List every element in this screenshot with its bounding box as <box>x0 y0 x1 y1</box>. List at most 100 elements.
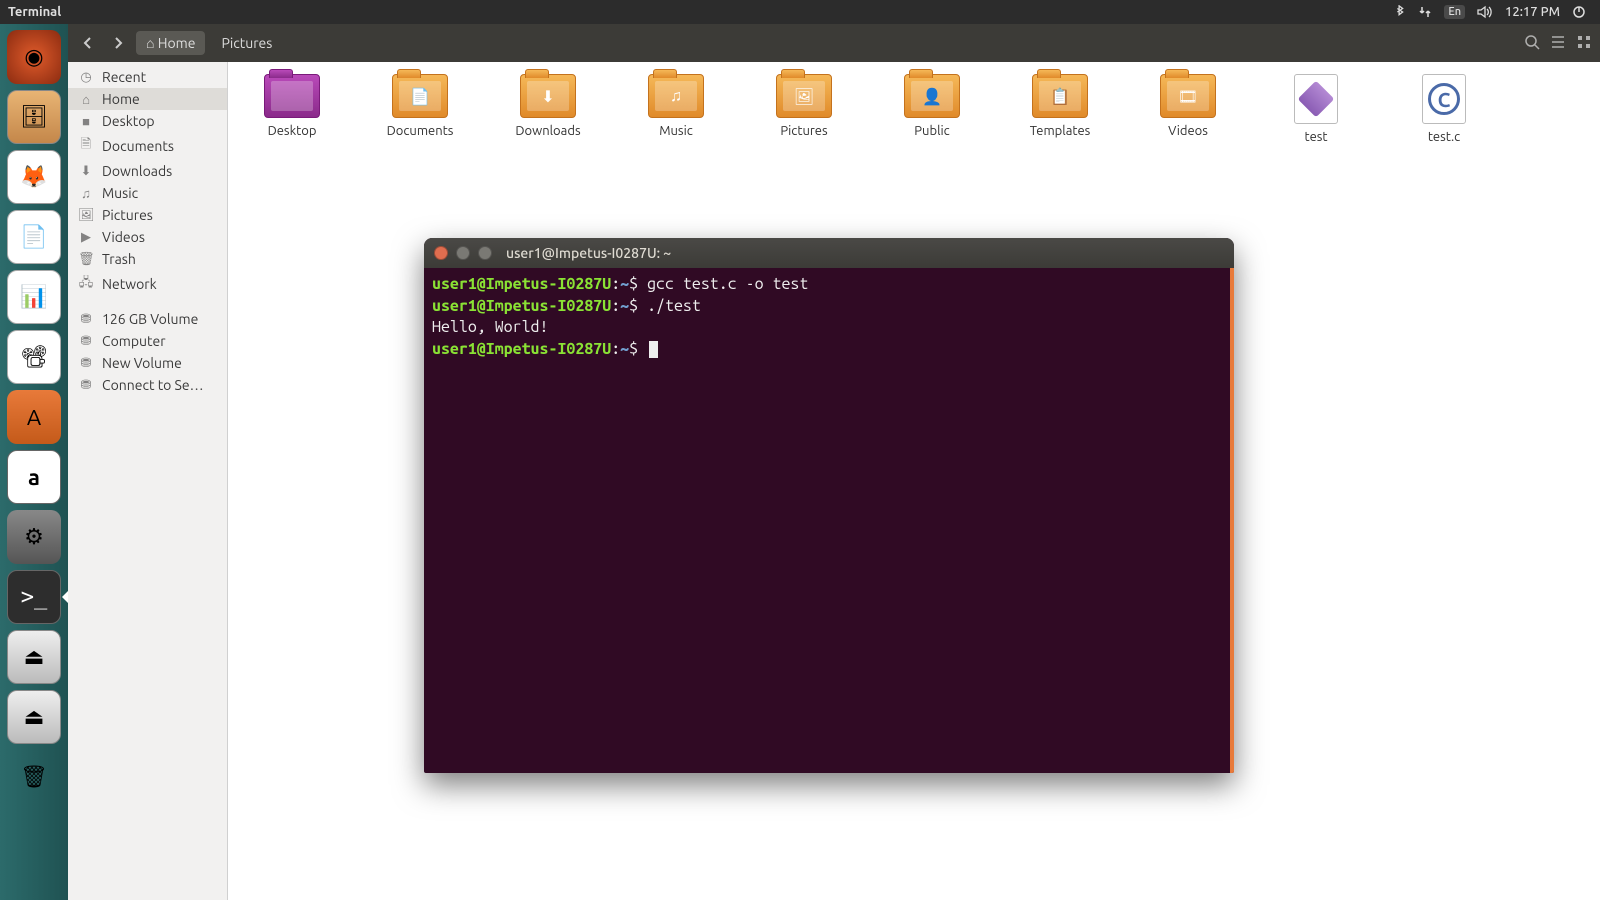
sidebar-icon: ▶ <box>78 230 94 245</box>
sidebar-icon: 🖧 <box>78 273 94 295</box>
sidebar-item-label: Connect to Se… <box>102 377 204 393</box>
nav-forward-button[interactable] <box>106 31 130 55</box>
folder-icon: 📋 <box>1032 74 1088 118</box>
files-sidebar: ◷Recent⌂Home■Desktop 🗎 Documents ⬇Downloads… <box>68 62 228 900</box>
sidebar-trash[interactable]: 🗑 Trash <box>68 248 227 270</box>
sidebar-icon: ⛃ <box>78 334 94 349</box>
sidebar-device-126-gb-volume[interactable]: ⛃ 126 GB Volume <box>68 308 227 330</box>
sidebar-home[interactable]: ⌂Home <box>68 88 227 110</box>
file-label: Desktop <box>246 124 338 138</box>
launcher-settings[interactable]: ⚙ <box>7 510 61 564</box>
unity-launcher: ◉ 🗄 🦊 📄 📊 📽 Aa ⚙ >_ ⏏ ⏏ 🗑 <box>0 24 68 900</box>
window-minimize-button[interactable] <box>456 246 470 260</box>
sidebar-item-label: Network <box>102 276 157 292</box>
files-toolbar: ⌂ Home Pictures <box>68 24 1600 62</box>
terminal-window[interactable]: user1@Impetus-I0287U: ~ user1@Impetus-I0… <box>424 238 1234 773</box>
list-view-icon[interactable] <box>1550 34 1566 53</box>
folder-icon: 🖼 <box>776 74 832 118</box>
bluetooth-icon[interactable] <box>1394 5 1406 19</box>
sidebar-item-label: Music <box>102 185 138 201</box>
sidebar-device-new-volume[interactable]: ⛃New Volume <box>68 352 227 374</box>
file-label: test <box>1270 130 1362 144</box>
launcher-calc[interactable]: 📊 <box>7 270 61 324</box>
sidebar-item-label: New Volume <box>102 355 182 371</box>
sidebar-device-computer[interactable]: ⛃Computer <box>68 330 227 352</box>
sidebar-device-connect-to-se-[interactable]: ⛃ Connect to Se… <box>68 374 227 396</box>
launcher-trash[interactable]: 🗑 <box>7 750 61 804</box>
launcher-writer[interactable]: 📄 <box>7 210 61 264</box>
search-icon[interactable] <box>1524 34 1540 53</box>
terminal-line: Hello, World! <box>432 317 1222 339</box>
file-label: Documents <box>374 124 466 138</box>
file-item-templates[interactable]: 📋 Templates <box>1014 74 1106 144</box>
file-icon <box>1422 74 1466 124</box>
terminal-body[interactable]: user1@Impetus-I0287U:~$ gcc test.c -o te… <box>424 268 1234 773</box>
volume-icon[interactable] <box>1477 5 1493 19</box>
nav-back-button[interactable] <box>76 31 100 55</box>
terminal-line: user1@Impetus-I0287U:~$ <box>432 339 1222 361</box>
launcher-software[interactable]: A <box>7 390 61 444</box>
sidebar-icon: 🖼 <box>78 208 94 223</box>
window-maximize-button[interactable] <box>478 246 492 260</box>
sidebar-network[interactable]: 🖧 Network <box>68 270 227 298</box>
file-item-test-c[interactable]: test.c <box>1398 74 1490 144</box>
launcher-ubuntu-dash[interactable]: ◉ <box>7 30 61 84</box>
file-item-music[interactable]: ♫ Music <box>630 74 722 144</box>
sidebar-icon: 🗎 <box>78 135 94 157</box>
sidebar-icon: ⛃ <box>78 312 94 327</box>
sidebar-icon: ◷ <box>78 70 94 85</box>
sidebar-documents[interactable]: 🗎 Documents <box>68 132 227 160</box>
file-item-test[interactable]: test <box>1270 74 1362 144</box>
launcher-firefox[interactable]: 🦊 <box>7 150 61 204</box>
terminal-title-text: user1@Impetus-I0287U: ~ <box>506 245 671 261</box>
file-icon <box>1294 74 1338 124</box>
launcher-impress[interactable]: 📽 <box>7 330 61 384</box>
sidebar-videos[interactable]: ▶Videos <box>68 226 227 248</box>
keyboard-lang-indicator[interactable]: En <box>1444 5 1465 19</box>
launcher-drive1[interactable]: ⏏ <box>7 630 61 684</box>
file-label: Downloads <box>502 124 594 138</box>
folder-icon: 🎞 <box>1160 74 1216 118</box>
file-label: Public <box>886 124 978 138</box>
file-label: test.c <box>1398 130 1490 144</box>
breadcrumb-pictures[interactable]: Pictures <box>211 31 282 55</box>
launcher-terminal[interactable]: >_ <box>7 570 61 624</box>
file-label: Pictures <box>758 124 850 138</box>
power-icon[interactable] <box>1572 5 1586 19</box>
terminal-titlebar[interactable]: user1@Impetus-I0287U: ~ <box>424 238 1234 268</box>
sidebar-desktop[interactable]: ■Desktop <box>68 110 227 132</box>
grid-view-icon[interactable] <box>1576 34 1592 53</box>
file-item-pictures[interactable]: 🖼 Pictures <box>758 74 850 144</box>
sidebar-icon: 🗑 <box>78 252 94 267</box>
sidebar-item-label: Documents <box>102 138 174 154</box>
file-label: Music <box>630 124 722 138</box>
sidebar-item-label: Home <box>102 91 140 107</box>
sidebar-downloads[interactable]: ⬇Downloads <box>68 160 227 182</box>
breadcrumb-home[interactable]: ⌂ Home <box>136 31 205 55</box>
launcher-files[interactable]: 🗄 <box>7 90 61 144</box>
window-close-button[interactable] <box>434 246 448 260</box>
sidebar-item-label: Trash <box>102 251 136 267</box>
file-label: Templates <box>1014 124 1106 138</box>
file-item-downloads[interactable]: ⬇ Downloads <box>502 74 594 144</box>
sidebar-icon: ⛃ <box>78 378 94 393</box>
network-icon[interactable] <box>1418 5 1432 19</box>
folder-icon: ♫ <box>648 74 704 118</box>
sidebar-item-label: 126 GB Volume <box>102 311 198 327</box>
menubar-app-name: Terminal <box>8 5 61 19</box>
launcher-amazon[interactable]: a <box>7 450 61 504</box>
file-item-documents[interactable]: 📄Documents <box>374 74 466 144</box>
sidebar-pictures[interactable]: 🖼 Pictures <box>68 204 227 226</box>
launcher-drive2[interactable]: ⏏ <box>7 690 61 744</box>
home-icon: ⌂ <box>146 35 154 51</box>
sidebar-music[interactable]: ♫Music <box>68 182 227 204</box>
file-item-videos[interactable]: 🎞Videos <box>1142 74 1234 144</box>
folder-icon: 👤 <box>904 74 960 118</box>
file-item-public[interactable]: 👤 Public <box>886 74 978 144</box>
folder-icon: ⬇ <box>520 74 576 118</box>
file-item-desktop[interactable]: Desktop <box>246 74 338 144</box>
clock[interactable]: 12:17 PM <box>1505 5 1560 19</box>
sidebar-recent[interactable]: ◷Recent <box>68 66 227 88</box>
top-menubar: Terminal En 12:17 PM <box>0 0 1600 24</box>
sidebar-item-label: Pictures <box>102 207 153 223</box>
